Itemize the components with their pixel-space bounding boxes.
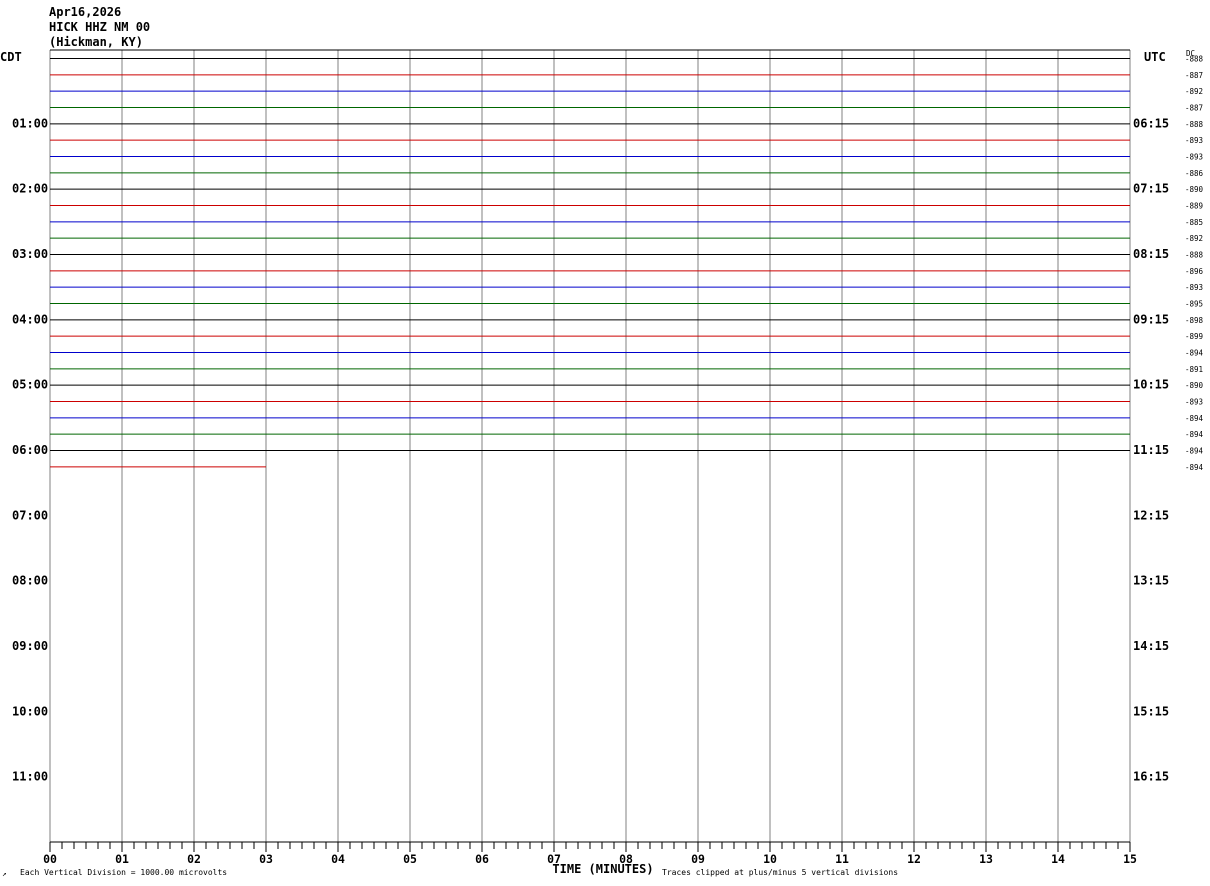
date-label: Apr16,2026 — [49, 5, 121, 19]
hour-label-left: 03:00 — [12, 247, 48, 261]
hour-label-right: 09:15 — [1133, 312, 1169, 326]
location-label: (Hickman, KY) — [49, 35, 143, 49]
dc-offset-label: -888 — [1185, 55, 1204, 64]
hour-label-right: 07:15 — [1133, 182, 1169, 196]
dc-offset-label: -893 — [1185, 398, 1203, 407]
hour-label-right: 14:15 — [1133, 639, 1169, 653]
x-tick-label: 12 — [907, 852, 921, 866]
x-axis-title: TIME (MINUTES) — [552, 862, 653, 876]
x-tick-label: 01 — [115, 852, 129, 866]
dc-offset-label: -893 — [1185, 153, 1203, 162]
hour-label-right: 10:15 — [1133, 378, 1169, 392]
x-tick-label: 04 — [331, 852, 345, 866]
dc-offset-label: -899 — [1185, 332, 1203, 341]
left-timezone-label: CDT — [0, 50, 22, 64]
hour-label-left: 06:00 — [12, 443, 48, 457]
footer-clip-note: Traces clipped at plus/minus 5 vertical … — [662, 868, 898, 877]
x-tick-label: 13 — [979, 852, 993, 866]
dc-offset-label: -889 — [1185, 202, 1203, 211]
traces: -888 -887 -892 -887 -888 -893 -893 -886 -890 -889… — [50, 55, 1204, 472]
x-tick-label: 09 — [691, 852, 705, 866]
x-tick-label: 06 — [475, 852, 489, 866]
dc-offset-label: -886 — [1185, 169, 1204, 178]
dc-offset-label: -893 — [1185, 283, 1203, 292]
hour-label-left: 05:00 — [12, 378, 48, 392]
seismogram-plot: Apr16,2026 HICK HHZ NM 00 (Hickman, KY) … — [0, 5, 1204, 878]
hour-label-right: 06:15 — [1133, 116, 1169, 130]
dc-offset-label: -895 — [1185, 300, 1203, 309]
hour-label-right: 13:15 — [1133, 574, 1169, 588]
dc-offset-label: -894 — [1185, 414, 1204, 423]
x-tick-label: 02 — [187, 852, 201, 866]
hour-label-right: 15:15 — [1133, 704, 1169, 718]
dc-offset-label: -887 — [1185, 104, 1203, 113]
dc-offset-label: -888 — [1185, 251, 1204, 260]
dc-offset-label: -891 — [1185, 365, 1203, 374]
dc-offset-label: -898 — [1185, 316, 1204, 325]
hour-label-right: 12:15 — [1133, 508, 1169, 522]
hour-label-left: 09:00 — [12, 639, 48, 653]
dc-offset-label: -892 — [1185, 234, 1203, 243]
right-timezone-label: UTC — [1144, 50, 1166, 64]
dc-offset-label: -890 — [1185, 185, 1204, 194]
hour-label-left: 02:00 — [12, 182, 48, 196]
footer-scale-note: Each Vertical Division = 1000.00 microvo… — [20, 868, 227, 877]
x-tick-label: 10 — [763, 852, 777, 866]
hour-label-left: 01:00 — [12, 116, 48, 130]
dc-offset-label: -894 — [1185, 463, 1204, 472]
hour-label-left: 11:00 — [12, 770, 48, 784]
grid — [49, 49, 1131, 842]
scale-marker: ↗ — [2, 869, 7, 878]
x-tick-label: 00 — [43, 852, 57, 866]
dc-offset-label: -896 — [1185, 267, 1204, 276]
station-label: HICK HHZ NM 00 — [49, 20, 150, 34]
dc-offset-label: -890 — [1185, 381, 1204, 390]
x-tick-label: 14 — [1051, 852, 1065, 866]
x-tick-label: 15 — [1123, 852, 1137, 866]
dc-offset-label: -887 — [1185, 71, 1203, 80]
dc-offset-label: -893 — [1185, 136, 1203, 145]
hour-label-left: 07:00 — [12, 508, 48, 522]
hour-label-right: 08:15 — [1133, 247, 1169, 261]
x-tick-label: 03 — [259, 852, 273, 866]
dc-offset-label: -894 — [1185, 447, 1204, 456]
dc-offset-label: -894 — [1185, 349, 1204, 358]
hour-label-right: 11:15 — [1133, 443, 1169, 457]
hour-label-left: 04:00 — [12, 312, 48, 326]
dc-offset-label: -894 — [1185, 430, 1204, 439]
dc-offset-label: -885 — [1185, 218, 1203, 227]
hour-label-right: 16:15 — [1133, 770, 1169, 784]
hour-label-left: 10:00 — [12, 704, 48, 718]
hour-label-left: 08:00 — [12, 574, 48, 588]
dc-offset-label: -892 — [1185, 87, 1203, 96]
dc-offset-label: -888 — [1185, 120, 1204, 129]
x-tick-label: 11 — [835, 852, 849, 866]
x-tick-label: 05 — [403, 852, 417, 866]
